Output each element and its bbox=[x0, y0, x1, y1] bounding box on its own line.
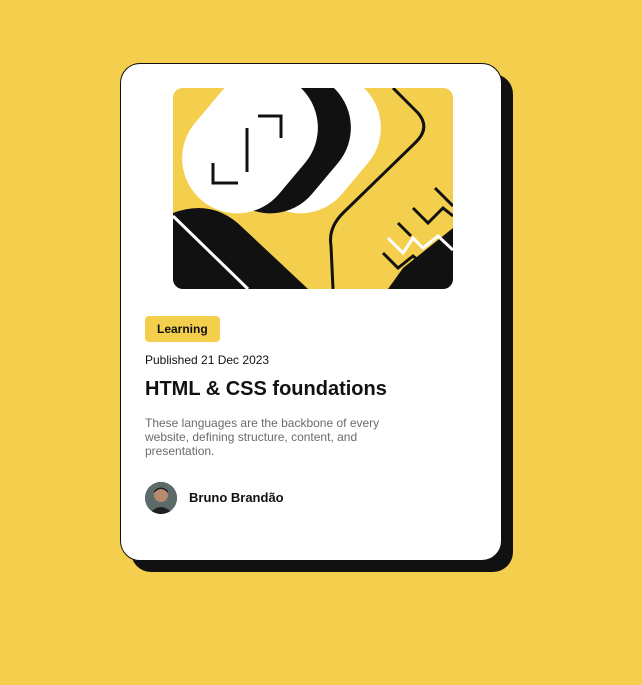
published-date: Published 21 Dec 2023 bbox=[145, 353, 270, 367]
card-title[interactable]: HTML & CSS foundations bbox=[145, 378, 387, 401]
category-tag[interactable]: Learning bbox=[145, 316, 220, 342]
card-description: These languages are the backbone of ever… bbox=[145, 416, 380, 458]
author-avatar bbox=[145, 482, 177, 514]
blog-preview-card: Learning Published 21 Dec 2023 HTML & CS… bbox=[120, 63, 502, 561]
author-name[interactable]: Bruno Brandão bbox=[189, 490, 284, 505]
page-background: { "card": { "category": "Learning", "pub… bbox=[0, 0, 642, 685]
hero-illustration bbox=[173, 88, 453, 289]
